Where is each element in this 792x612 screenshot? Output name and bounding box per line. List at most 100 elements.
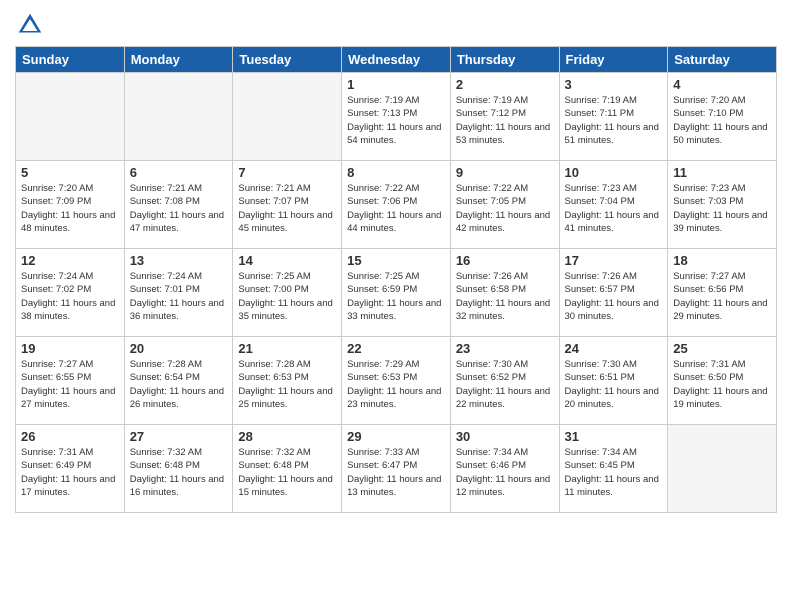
day-info: Sunrise: 7:23 AMSunset: 7:03 PMDaylight:…: [673, 182, 771, 235]
day-number: 5: [21, 165, 119, 180]
day-cell: 17 Sunrise: 7:26 AMSunset: 6:57 PMDayligh…: [559, 249, 668, 337]
weekday-header-friday: Friday: [559, 47, 668, 73]
day-info: Sunrise: 7:20 AMSunset: 7:09 PMDaylight:…: [21, 182, 119, 235]
day-number: 21: [238, 341, 336, 356]
weekday-header-tuesday: Tuesday: [233, 47, 342, 73]
weekday-header-wednesday: Wednesday: [342, 47, 451, 73]
day-info: Sunrise: 7:26 AMSunset: 6:58 PMDaylight:…: [456, 270, 554, 323]
day-info: Sunrise: 7:26 AMSunset: 6:57 PMDaylight:…: [565, 270, 663, 323]
day-info: Sunrise: 7:34 AMSunset: 6:45 PMDaylight:…: [565, 446, 663, 499]
day-cell: 26 Sunrise: 7:31 AMSunset: 6:49 PMDayligh…: [16, 425, 125, 513]
day-cell: 1 Sunrise: 7:19 AMSunset: 7:13 PMDaylight…: [342, 73, 451, 161]
day-info: Sunrise: 7:21 AMSunset: 7:08 PMDaylight:…: [130, 182, 228, 235]
day-cell: 22 Sunrise: 7:29 AMSunset: 6:53 PMDayligh…: [342, 337, 451, 425]
day-info: Sunrise: 7:20 AMSunset: 7:10 PMDaylight:…: [673, 94, 771, 147]
day-info: Sunrise: 7:27 AMSunset: 6:55 PMDaylight:…: [21, 358, 119, 411]
day-cell: 5 Sunrise: 7:20 AMSunset: 7:09 PMDaylight…: [16, 161, 125, 249]
day-number: 31: [565, 429, 663, 444]
day-number: 1: [347, 77, 445, 92]
day-info: Sunrise: 7:32 AMSunset: 6:48 PMDaylight:…: [130, 446, 228, 499]
day-number: 11: [673, 165, 771, 180]
day-number: 23: [456, 341, 554, 356]
logo: [15, 10, 49, 40]
day-info: Sunrise: 7:23 AMSunset: 7:04 PMDaylight:…: [565, 182, 663, 235]
day-info: Sunrise: 7:28 AMSunset: 6:53 PMDaylight:…: [238, 358, 336, 411]
day-number: 24: [565, 341, 663, 356]
day-cell: 28 Sunrise: 7:32 AMSunset: 6:48 PMDayligh…: [233, 425, 342, 513]
day-number: 4: [673, 77, 771, 92]
day-number: 28: [238, 429, 336, 444]
day-info: Sunrise: 7:31 AMSunset: 6:50 PMDaylight:…: [673, 358, 771, 411]
day-number: 20: [130, 341, 228, 356]
day-info: Sunrise: 7:31 AMSunset: 6:49 PMDaylight:…: [21, 446, 119, 499]
day-cell: 13 Sunrise: 7:24 AMSunset: 7:01 PMDayligh…: [124, 249, 233, 337]
day-cell: 7 Sunrise: 7:21 AMSunset: 7:07 PMDaylight…: [233, 161, 342, 249]
day-info: Sunrise: 7:28 AMSunset: 6:54 PMDaylight:…: [130, 358, 228, 411]
header: [15, 10, 777, 40]
day-cell: 3 Sunrise: 7:19 AMSunset: 7:11 PMDaylight…: [559, 73, 668, 161]
day-number: 18: [673, 253, 771, 268]
day-info: Sunrise: 7:19 AMSunset: 7:13 PMDaylight:…: [347, 94, 445, 147]
day-number: 30: [456, 429, 554, 444]
weekday-header-monday: Monday: [124, 47, 233, 73]
day-cell: 18 Sunrise: 7:27 AMSunset: 6:56 PMDayligh…: [668, 249, 777, 337]
day-cell: 21 Sunrise: 7:28 AMSunset: 6:53 PMDayligh…: [233, 337, 342, 425]
day-number: 3: [565, 77, 663, 92]
day-info: Sunrise: 7:21 AMSunset: 7:07 PMDaylight:…: [238, 182, 336, 235]
day-info: Sunrise: 7:27 AMSunset: 6:56 PMDaylight:…: [673, 270, 771, 323]
day-number: 17: [565, 253, 663, 268]
day-cell: [233, 73, 342, 161]
day-number: 14: [238, 253, 336, 268]
week-row-2: 12Sunrise: 7:24 AMSunset: 7:02 PMDayligh…: [16, 249, 777, 337]
day-cell: 31 Sunrise: 7:34 AMSunset: 6:45 PMDayligh…: [559, 425, 668, 513]
day-cell: 29Sunrise: 7:33 AMSunset: 6:47 PMDayligh…: [342, 425, 451, 513]
day-cell: 10 Sunrise: 7:23 AMSunset: 7:04 PMDayligh…: [559, 161, 668, 249]
day-info: Sunrise: 7:34 AMSunset: 6:46 PMDaylight:…: [456, 446, 554, 499]
day-info: Sunrise: 7:29 AMSunset: 6:53 PMDaylight:…: [347, 358, 445, 411]
weekday-header-sunday: Sunday: [16, 47, 125, 73]
day-number: 13: [130, 253, 228, 268]
day-info: Sunrise: 7:25 AMSunset: 7:00 PMDaylight:…: [238, 270, 336, 323]
day-cell: 27Sunrise: 7:32 AMSunset: 6:48 PMDayligh…: [124, 425, 233, 513]
day-cell: 30 Sunrise: 7:34 AMSunset: 6:46 PMDayligh…: [450, 425, 559, 513]
calendar-table: SundayMondayTuesdayWednesdayThursdayFrid…: [15, 46, 777, 513]
day-cell: 12Sunrise: 7:24 AMSunset: 7:02 PMDayligh…: [16, 249, 125, 337]
day-info: Sunrise: 7:22 AMSunset: 7:05 PMDaylight:…: [456, 182, 554, 235]
day-info: Sunrise: 7:24 AMSunset: 7:02 PMDaylight:…: [21, 270, 119, 323]
page-container: SundayMondayTuesdayWednesdayThursdayFrid…: [0, 0, 792, 518]
day-cell: 14 Sunrise: 7:25 AMSunset: 7:00 PMDayligh…: [233, 249, 342, 337]
weekday-header-thursday: Thursday: [450, 47, 559, 73]
weekday-header-row: SundayMondayTuesdayWednesdayThursdayFrid…: [16, 47, 777, 73]
day-info: Sunrise: 7:19 AMSunset: 7:11 PMDaylight:…: [565, 94, 663, 147]
day-cell: 9 Sunrise: 7:22 AMSunset: 7:05 PMDaylight…: [450, 161, 559, 249]
week-row-3: 19Sunrise: 7:27 AMSunset: 6:55 PMDayligh…: [16, 337, 777, 425]
day-number: 7: [238, 165, 336, 180]
day-cell: 24 Sunrise: 7:30 AMSunset: 6:51 PMDayligh…: [559, 337, 668, 425]
day-info: Sunrise: 7:25 AMSunset: 6:59 PMDaylight:…: [347, 270, 445, 323]
day-number: 16: [456, 253, 554, 268]
day-info: Sunrise: 7:19 AMSunset: 7:12 PMDaylight:…: [456, 94, 554, 147]
day-cell: 19Sunrise: 7:27 AMSunset: 6:55 PMDayligh…: [16, 337, 125, 425]
week-row-0: 1 Sunrise: 7:19 AMSunset: 7:13 PMDaylight…: [16, 73, 777, 161]
day-info: Sunrise: 7:32 AMSunset: 6:48 PMDaylight:…: [238, 446, 336, 499]
day-cell: 16 Sunrise: 7:26 AMSunset: 6:58 PMDayligh…: [450, 249, 559, 337]
day-info: Sunrise: 7:30 AMSunset: 6:51 PMDaylight:…: [565, 358, 663, 411]
day-info: Sunrise: 7:22 AMSunset: 7:06 PMDaylight:…: [347, 182, 445, 235]
day-number: 10: [565, 165, 663, 180]
day-cell: 2 Sunrise: 7:19 AMSunset: 7:12 PMDaylight…: [450, 73, 559, 161]
day-number: 2: [456, 77, 554, 92]
day-info: Sunrise: 7:33 AMSunset: 6:47 PMDaylight:…: [347, 446, 445, 499]
day-number: 26: [21, 429, 119, 444]
logo-icon: [15, 10, 45, 40]
day-cell: 25Sunrise: 7:31 AMSunset: 6:50 PMDayligh…: [668, 337, 777, 425]
day-number: 6: [130, 165, 228, 180]
day-number: 9: [456, 165, 554, 180]
day-cell: 23Sunrise: 7:30 AMSunset: 6:52 PMDayligh…: [450, 337, 559, 425]
day-cell: [16, 73, 125, 161]
day-cell: 20 Sunrise: 7:28 AMSunset: 6:54 PMDayligh…: [124, 337, 233, 425]
day-cell: 11 Sunrise: 7:23 AMSunset: 7:03 PMDayligh…: [668, 161, 777, 249]
day-info: Sunrise: 7:24 AMSunset: 7:01 PMDaylight:…: [130, 270, 228, 323]
day-cell: 8Sunrise: 7:22 AMSunset: 7:06 PMDaylight…: [342, 161, 451, 249]
day-number: 22: [347, 341, 445, 356]
day-cell: [124, 73, 233, 161]
